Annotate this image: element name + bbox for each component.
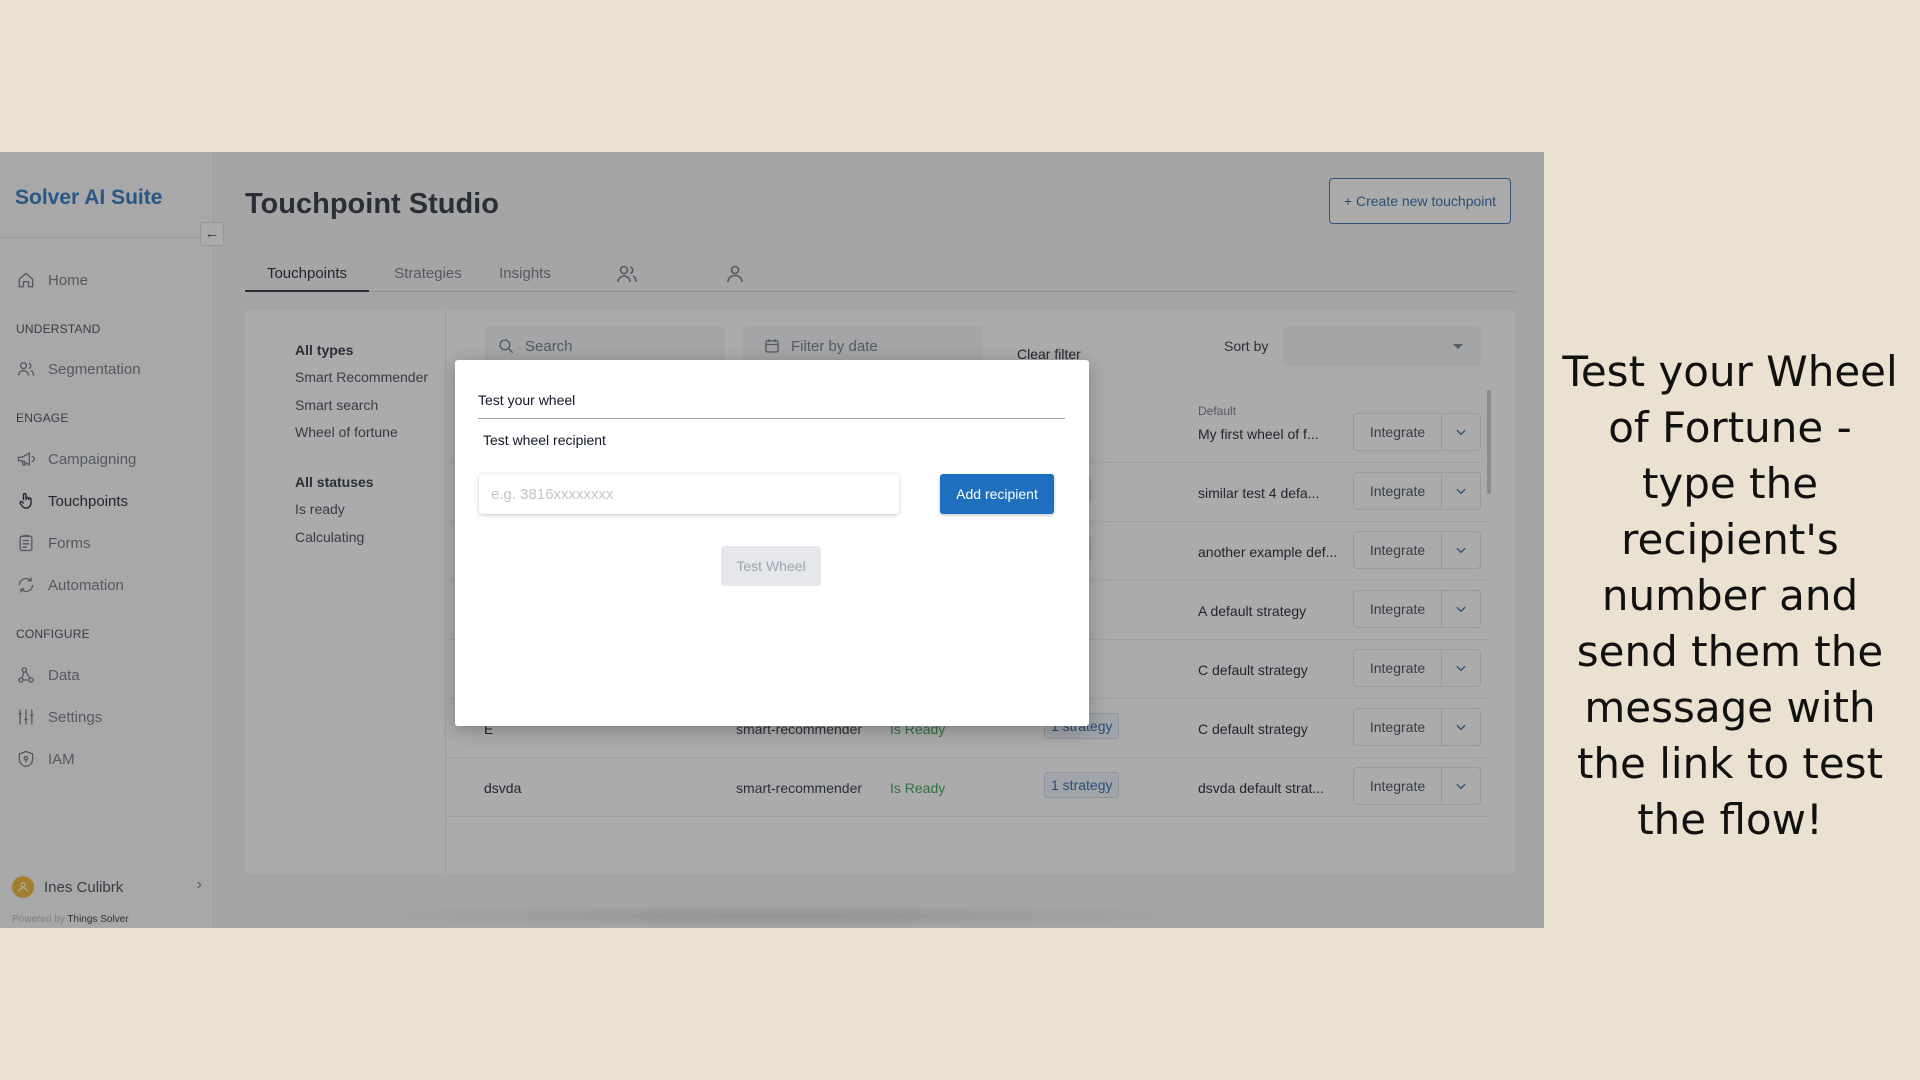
divider: [478, 418, 1065, 419]
add-recipient-button[interactable]: Add recipient: [940, 474, 1054, 514]
recipient-number-input[interactable]: [479, 474, 899, 514]
test-wheel-modal: Test your wheel Test wheel recipient Add…: [455, 360, 1089, 726]
modal-title: Test your wheel: [478, 392, 576, 408]
recipient-label: Test wheel recipient: [483, 432, 606, 448]
caption-text: Test your Wheel of Fortune - type the re…: [1562, 347, 1898, 844]
test-wheel-button[interactable]: Test Wheel: [721, 546, 821, 586]
app-window: Solver AI Suite ← Home UNDERSTAND Segmen…: [0, 152, 1544, 928]
modal-overlay[interactable]: Test your wheel Test wheel recipient Add…: [0, 152, 1544, 928]
